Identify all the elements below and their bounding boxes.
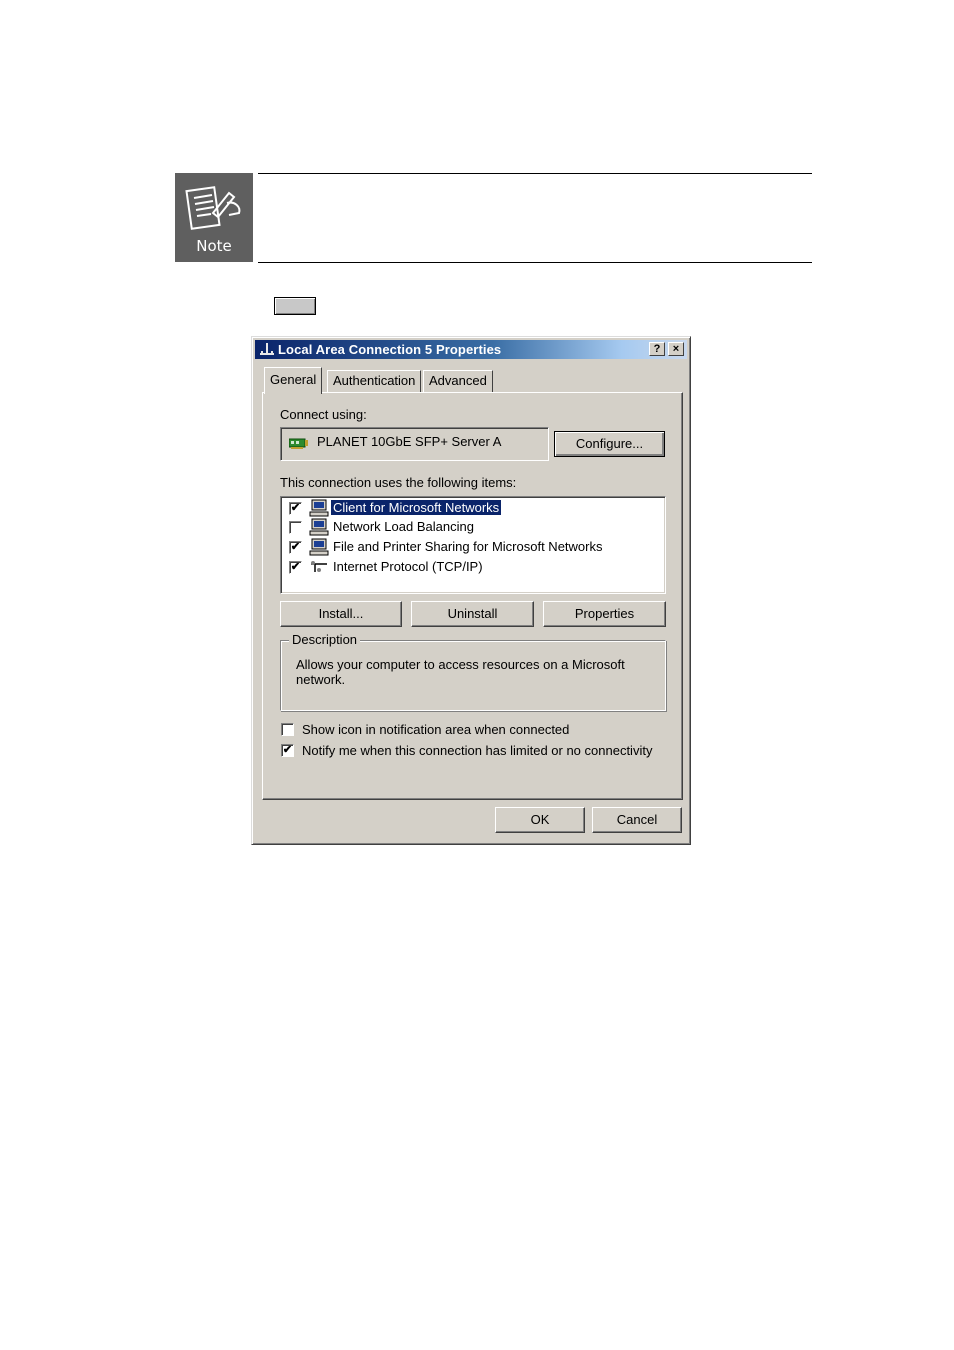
item-label: Network Load Balancing (333, 519, 474, 534)
description-text: Allows your computer to access resources… (296, 657, 625, 687)
network-card-icon (289, 438, 308, 449)
title-bar[interactable]: Local Area Connection 5 Properties ? × (255, 340, 687, 359)
ok-button[interactable]: OK (495, 807, 585, 833)
description-title: Description (289, 632, 361, 647)
adapter-field: PLANET 10GbE SFP+ Server A (280, 427, 549, 461)
inline-button-image (274, 297, 316, 315)
item-label: Internet Protocol (TCP/IP) (333, 559, 483, 574)
item-checkbox[interactable] (289, 521, 302, 534)
note-icon: Note (175, 173, 253, 262)
network-client-icon (309, 499, 329, 517)
properties-button[interactable]: Properties (543, 601, 666, 627)
cancel-button[interactable]: Cancel (592, 807, 682, 833)
item-checkbox[interactable]: ✔ (289, 541, 302, 554)
tab-advanced[interactable]: Advanced (423, 370, 493, 392)
show-icon-label[interactable]: Show icon in notification area when conn… (302, 722, 569, 737)
connect-using-label: Connect using: (280, 407, 367, 422)
install-button[interactable]: Install... (280, 601, 402, 627)
note-bottom-rule (258, 262, 812, 263)
item-checkbox[interactable]: ✔ (289, 502, 302, 515)
item-checkbox[interactable]: ✔ (289, 561, 302, 574)
note-top-rule (258, 173, 812, 174)
components-list[interactable]: ✔ Client for Microsoft Networks Network … (280, 496, 666, 594)
network-client-icon (309, 518, 329, 536)
close-button[interactable]: × (668, 342, 684, 356)
description-group: Description Allows your computer to acce… (280, 632, 666, 711)
items-label: This connection uses the following items… (280, 475, 517, 490)
network-connection-icon (260, 343, 274, 355)
tab-general[interactable]: General (264, 367, 323, 394)
tab-authentication[interactable]: Authentication (327, 370, 422, 392)
show-icon-checkbox[interactable] (281, 723, 294, 736)
note-pencil-icon (185, 186, 241, 230)
protocol-icon (311, 561, 327, 572)
item-label: Client for Microsoft Networks (329, 499, 503, 516)
configure-button[interactable]: Configure... (554, 431, 665, 457)
help-button[interactable]: ? (649, 342, 665, 356)
network-service-icon (309, 538, 329, 556)
note-label: Note (196, 237, 232, 255)
properties-dialog: Local Area Connection 5 Properties ? × G… (251, 336, 691, 845)
uninstall-button[interactable]: Uninstall (411, 601, 534, 627)
notify-label[interactable]: Notify me when this connection has limit… (302, 743, 652, 758)
adapter-name: PLANET 10GbE SFP+ Server A (317, 434, 502, 449)
item-label: File and Printer Sharing for Microsoft N… (333, 539, 603, 554)
notify-checkbox[interactable]: ✔ (281, 744, 294, 757)
dialog-title: Local Area Connection 5 Properties (278, 342, 502, 357)
